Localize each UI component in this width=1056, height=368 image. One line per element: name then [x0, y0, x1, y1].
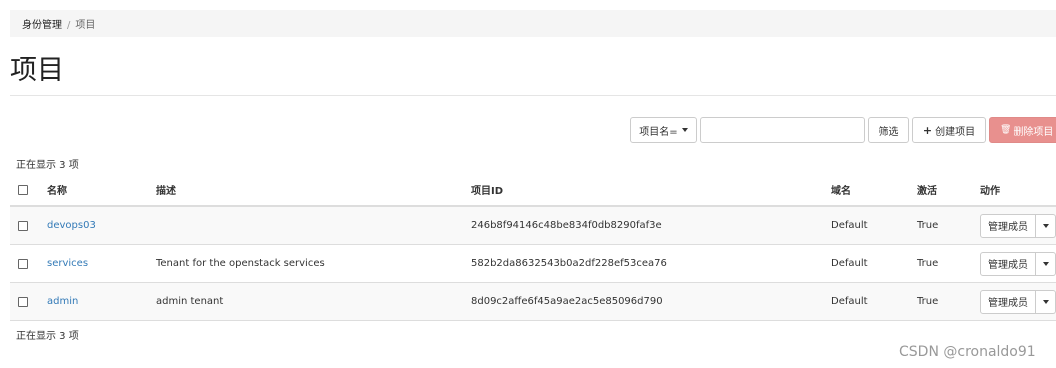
- breadcrumb-current: 项目: [75, 20, 96, 31]
- title-divider: [10, 95, 1056, 96]
- caret-down-icon: [1042, 261, 1049, 266]
- project-name-link[interactable]: services: [47, 258, 88, 269]
- project-domain: Default: [831, 296, 868, 307]
- project-enabled: True: [917, 258, 939, 269]
- projects-table: 名称 描述 项目ID 域名 激活 动作 devops03 246b8f94146…: [10, 174, 1056, 321]
- row-actions: 管理成员: [980, 213, 1056, 238]
- project-id: 582b2da8632543b0a2df228ef53cea76: [471, 258, 667, 269]
- project-description: Tenant for the openstack services: [156, 258, 325, 269]
- create-project-label: 创建项目: [935, 126, 976, 138]
- table-row: services Tenant for the openstack servic…: [10, 245, 1056, 283]
- item-count-bottom: 正在显示 3 项: [16, 331, 79, 342]
- column-enabled[interactable]: 激活: [917, 174, 937, 205]
- project-enabled: True: [917, 220, 939, 231]
- trash-icon: 🗑: [1000, 125, 1012, 135]
- project-domain: Default: [831, 220, 868, 231]
- project-id: 8d09c2affe6f45a9ae2ac5e85096d790: [471, 296, 663, 307]
- select-all-checkbox[interactable]: [18, 184, 28, 195]
- caret-down-icon: [1042, 223, 1049, 228]
- row-actions: 管理成员: [980, 251, 1056, 276]
- manage-members-button[interactable]: 管理成员: [980, 289, 1036, 314]
- row-actions: 管理成员: [980, 289, 1056, 314]
- filter-input[interactable]: [700, 117, 865, 143]
- table-row: admin admin tenant 8d09c2affe6f45a9ae2ac…: [10, 283, 1056, 321]
- more-actions-dropdown[interactable]: [1036, 289, 1056, 314]
- more-actions-dropdown[interactable]: [1036, 213, 1056, 238]
- table-row: devops03 246b8f94146c48be834f0db8290faf3…: [10, 207, 1056, 245]
- column-domain[interactable]: 域名: [831, 174, 851, 205]
- breadcrumb: 身份管理 / 项目: [10, 10, 1056, 37]
- delete-projects-button[interactable]: 🗑 删除项目: [989, 117, 1056, 143]
- project-name-link[interactable]: admin: [47, 296, 78, 307]
- project-name-link[interactable]: devops03: [47, 220, 96, 231]
- project-description: admin tenant: [156, 296, 224, 307]
- filter-field-dropdown[interactable]: 项目名=: [630, 117, 697, 143]
- table-header: 名称 描述 项目ID 域名 激活 动作: [10, 174, 1056, 207]
- row-checkbox[interactable]: [18, 220, 28, 231]
- breadcrumb-separator: /: [67, 20, 71, 31]
- page-title: 项目: [10, 55, 64, 86]
- column-name[interactable]: 名称: [47, 174, 67, 205]
- breadcrumb-identity[interactable]: 身份管理: [22, 20, 62, 31]
- manage-members-button[interactable]: 管理成员: [980, 251, 1036, 276]
- column-project-id[interactable]: 项目ID: [471, 174, 503, 205]
- project-domain: Default: [831, 258, 868, 269]
- column-description[interactable]: 描述: [156, 174, 176, 205]
- delete-projects-label: 删除项目: [1013, 126, 1054, 138]
- watermark: CSDN @cronaldo91: [899, 344, 1036, 360]
- create-project-button[interactable]: + 创建项目: [912, 117, 986, 143]
- caret-down-icon: [681, 128, 688, 132]
- manage-members-button[interactable]: 管理成员: [980, 213, 1036, 238]
- column-actions: 动作: [980, 186, 1000, 197]
- plus-icon: +: [922, 123, 933, 137]
- row-checkbox[interactable]: [18, 258, 28, 269]
- more-actions-dropdown[interactable]: [1036, 251, 1056, 276]
- row-checkbox[interactable]: [18, 296, 28, 307]
- item-count-top: 正在显示 3 项: [16, 160, 79, 171]
- filter-field-label: 项目名=: [639, 126, 678, 138]
- project-enabled: True: [917, 296, 939, 307]
- filter-button[interactable]: 筛选: [868, 117, 909, 143]
- caret-down-icon: [1042, 299, 1049, 304]
- project-id: 246b8f94146c48be834f0db8290faf3e: [471, 220, 662, 231]
